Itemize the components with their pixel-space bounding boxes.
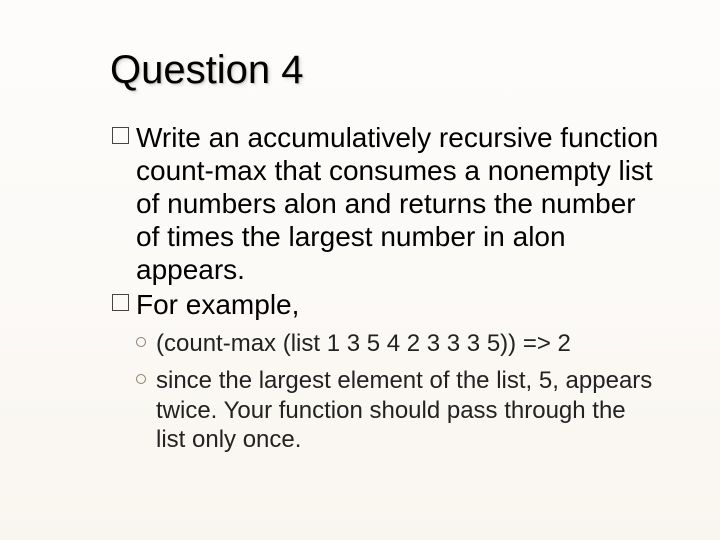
sub-bullet-item: since the largest element of the list, 5… [136,366,660,454]
bullet-text: For example, [136,289,299,320]
sub-bullet-text: since the largest element of the list, 5… [156,367,652,453]
slide: Question 4 Write an accumulatively recur… [0,0,720,540]
slide-title: Question 4 [110,48,660,93]
sub-bullet-text: (count-max (list 1 3 5 4 2 3 3 3 5)) => … [156,330,571,357]
sub-bullet-item: (count-max (list 1 3 5 4 2 3 3 3 5)) => … [136,329,660,358]
square-bullet-icon [112,127,129,144]
square-bullet-icon [112,294,129,311]
sub-list: (count-max (list 1 3 5 4 2 3 3 3 5)) => … [136,329,660,454]
bullet-item: Write an accumulatively recursive functi… [112,121,660,286]
circle-bullet-icon [136,337,146,347]
bullet-item: For example, (count-max (list 1 3 5 4 2 … [112,288,660,454]
bullet-text: Write an accumulatively recursive functi… [136,122,658,285]
circle-bullet-icon [136,374,146,384]
body-list: Write an accumulatively recursive functi… [112,121,660,454]
